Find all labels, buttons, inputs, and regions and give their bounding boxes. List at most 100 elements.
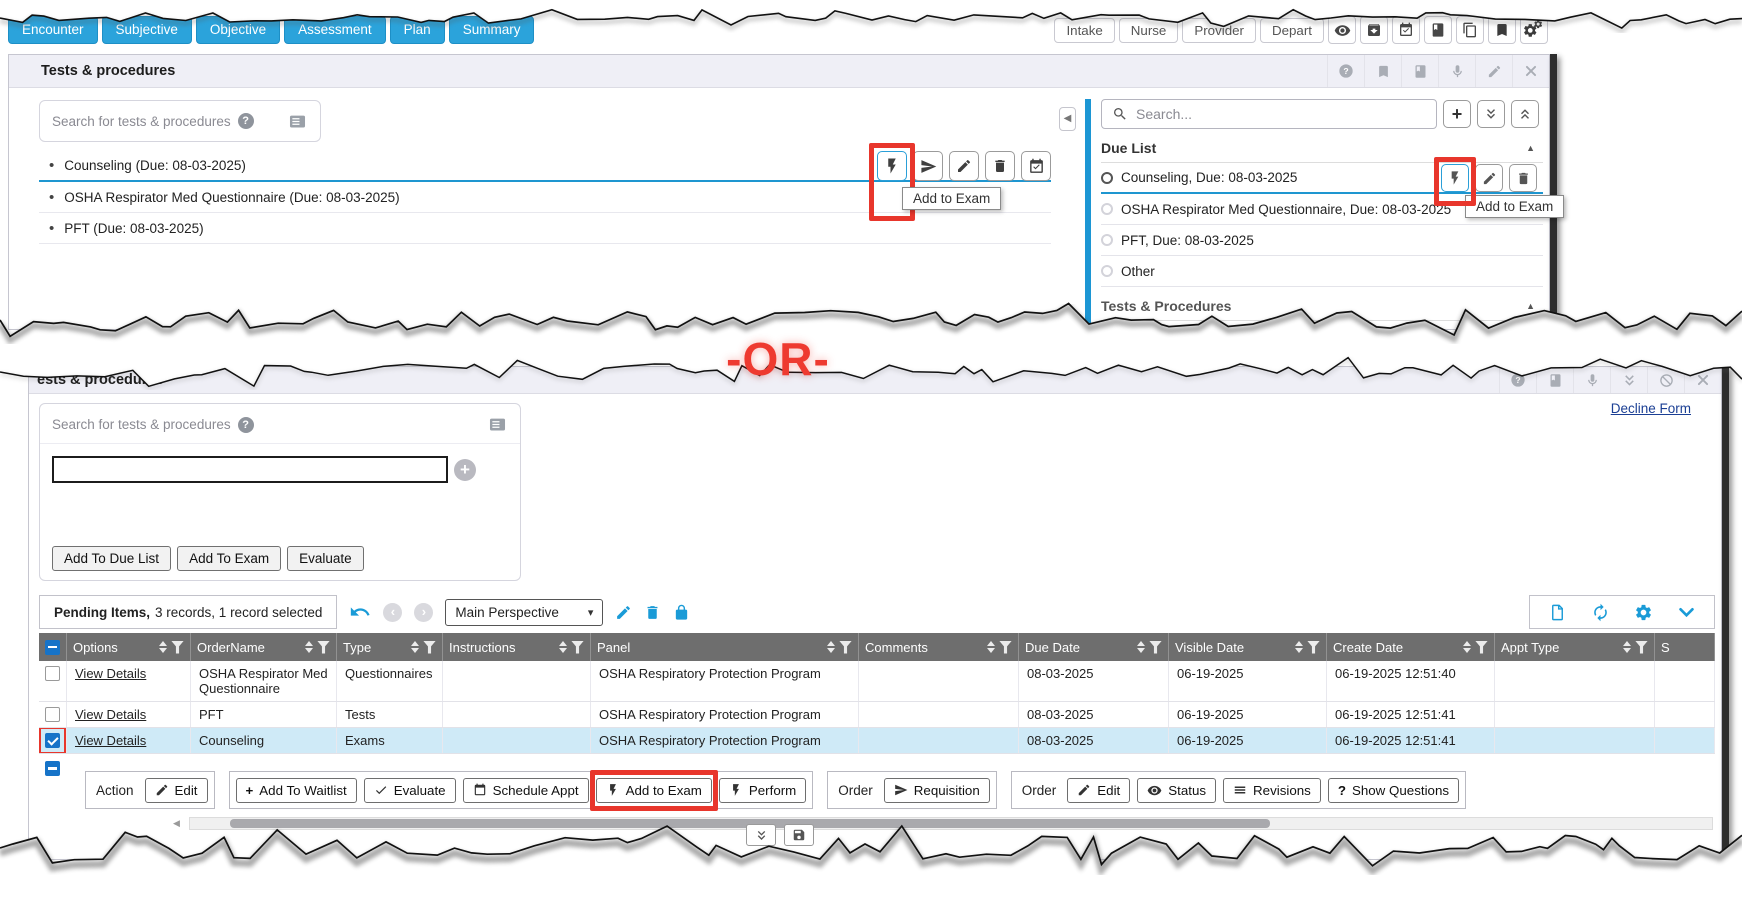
table-row[interactable]: View Details OSHA Respirator Med Questio… bbox=[39, 661, 1715, 702]
delete-perspective-icon[interactable] bbox=[644, 604, 661, 621]
tests-search-field[interactable]: Search for tests & procedures ? bbox=[39, 100, 321, 142]
add-to-exam-lightning-icon[interactable] bbox=[1441, 164, 1469, 192]
filter-icon[interactable] bbox=[423, 641, 436, 654]
add-icon[interactable]: + bbox=[454, 459, 476, 481]
chevron-down-icon[interactable] bbox=[1677, 603, 1696, 622]
collapse-section-icon[interactable]: ▲ bbox=[1526, 301, 1535, 311]
sort-icon[interactable] bbox=[1137, 641, 1145, 653]
help-icon[interactable]: ? bbox=[238, 417, 254, 433]
lock-icon[interactable] bbox=[673, 604, 690, 621]
add-to-exam-button[interactable]: Add to Exam bbox=[596, 778, 712, 803]
tab[interactable]: Subjective bbox=[102, 16, 192, 44]
tab[interactable]: Summary bbox=[449, 16, 535, 44]
evaluate-button[interactable]: Evaluate bbox=[287, 546, 364, 571]
tab[interactable]: Plan bbox=[390, 16, 445, 44]
sort-icon[interactable] bbox=[411, 641, 419, 653]
sort-icon[interactable] bbox=[987, 641, 995, 653]
radio-icon[interactable] bbox=[1101, 172, 1113, 184]
copy-icon[interactable] bbox=[1456, 16, 1484, 44]
help-icon[interactable]: ? bbox=[238, 113, 254, 129]
due-list-item[interactable]: Counseling, Due: 08-03-2025 bbox=[1101, 163, 1543, 194]
scroll-left-icon[interactable]: ◀ bbox=[173, 818, 180, 829]
book-icon[interactable] bbox=[1424, 16, 1452, 44]
filter-icon[interactable] bbox=[571, 641, 584, 654]
table-row[interactable]: View Details PFT Tests OSHA Respiratory … bbox=[39, 702, 1715, 728]
microphone-icon[interactable] bbox=[1573, 367, 1610, 393]
collapse-all-icon[interactable] bbox=[1511, 100, 1539, 128]
row-checkbox[interactable] bbox=[45, 666, 60, 681]
list-item[interactable]: • PFT (Due: 08-03-2025) bbox=[39, 213, 1051, 244]
column-header[interactable]: Create Date bbox=[1327, 633, 1495, 661]
status-button[interactable]: Status bbox=[1137, 778, 1216, 803]
book-icon[interactable] bbox=[1401, 55, 1438, 87]
eye-icon[interactable] bbox=[1328, 16, 1356, 44]
filter-icon[interactable] bbox=[1307, 641, 1320, 654]
add-to-due-list-button[interactable]: Add To Due List bbox=[52, 546, 171, 571]
schedule-appt-button[interactable]: Schedule Appt bbox=[463, 778, 589, 803]
column-header[interactable]: Type bbox=[337, 633, 443, 661]
due-list-item[interactable]: Other bbox=[1101, 256, 1543, 287]
delete-icon[interactable] bbox=[985, 151, 1015, 181]
row-checkbox[interactable] bbox=[45, 733, 60, 748]
phase-button[interactable]: Nurse bbox=[1119, 18, 1179, 43]
view-details-link[interactable]: View Details bbox=[75, 707, 146, 722]
perform-button[interactable]: Perform bbox=[719, 778, 806, 803]
refresh-icon[interactable] bbox=[1591, 603, 1610, 622]
list-icon[interactable] bbox=[287, 112, 308, 131]
chevrons-down-icon[interactable] bbox=[746, 824, 776, 846]
previous-icon[interactable]: ‹ bbox=[383, 603, 402, 622]
filter-icon[interactable] bbox=[1635, 641, 1648, 654]
search-input[interactable] bbox=[52, 456, 448, 483]
filter-icon[interactable] bbox=[1149, 641, 1162, 654]
add-icon[interactable]: + bbox=[1443, 100, 1471, 128]
collapse-section-icon[interactable]: ▲ bbox=[1526, 143, 1535, 153]
column-header[interactable]: S bbox=[1655, 633, 1715, 661]
undo-icon[interactable] bbox=[349, 601, 371, 623]
edit-button[interactable]: Edit bbox=[145, 778, 208, 803]
edit-icon[interactable] bbox=[1475, 164, 1503, 192]
sort-icon[interactable] bbox=[159, 641, 167, 653]
edit-perspective-icon[interactable] bbox=[615, 604, 632, 621]
filter-icon[interactable] bbox=[839, 641, 852, 654]
due-list-item[interactable]: PFT, Due: 08-03-2025 bbox=[1101, 225, 1543, 256]
decline-form-link[interactable]: Decline Form bbox=[1611, 401, 1691, 416]
filter-icon[interactable] bbox=[317, 641, 330, 654]
sort-icon[interactable] bbox=[1463, 641, 1471, 653]
select-all-checkbox[interactable] bbox=[45, 640, 60, 655]
sort-icon[interactable] bbox=[1295, 641, 1303, 653]
save-icon[interactable] bbox=[784, 824, 814, 846]
horizontal-scrollbar[interactable] bbox=[189, 817, 1713, 830]
row-checkbox[interactable] bbox=[45, 707, 60, 722]
show-questions-button[interactable]: ?Show Questions bbox=[1328, 778, 1459, 803]
cancel-icon[interactable] bbox=[1647, 367, 1684, 393]
radio-icon[interactable] bbox=[1101, 234, 1113, 246]
bookmark-icon[interactable] bbox=[1364, 55, 1401, 87]
edit-icon[interactable] bbox=[949, 151, 979, 181]
radio-icon[interactable] bbox=[1101, 203, 1113, 215]
evaluate-button[interactable]: Evaluate bbox=[364, 778, 456, 803]
gear-icon[interactable] bbox=[1634, 603, 1653, 622]
revisions-button[interactable]: Revisions bbox=[1223, 778, 1321, 803]
add-to-waitlist-button[interactable]: +Add To Waitlist bbox=[236, 778, 357, 803]
column-header[interactable]: OrderName bbox=[191, 633, 337, 661]
sort-icon[interactable] bbox=[559, 641, 567, 653]
tab[interactable]: Objective bbox=[196, 16, 280, 44]
requisition-button[interactable]: Requisition bbox=[884, 778, 990, 803]
list-item[interactable]: • OSHA Respirator Med Questionnaire (Due… bbox=[39, 182, 1051, 213]
sort-icon[interactable] bbox=[827, 641, 835, 653]
column-header[interactable]: Due Date bbox=[1019, 633, 1169, 661]
microphone-icon[interactable] bbox=[1438, 55, 1475, 87]
view-details-link[interactable]: View Details bbox=[75, 733, 146, 748]
archive-icon[interactable] bbox=[1360, 16, 1388, 44]
schedule-icon[interactable] bbox=[1021, 151, 1051, 181]
delete-icon[interactable] bbox=[1509, 164, 1537, 192]
column-header[interactable]: Appt Type bbox=[1495, 633, 1655, 661]
column-header[interactable]: Visible Date bbox=[1169, 633, 1327, 661]
filter-icon[interactable] bbox=[999, 641, 1012, 654]
expand-all-icon[interactable] bbox=[1477, 100, 1505, 128]
select-all-checkbox-bottom[interactable] bbox=[45, 761, 60, 776]
sort-icon[interactable] bbox=[1623, 641, 1631, 653]
settings-icon[interactable] bbox=[1520, 16, 1548, 44]
add-to-exam-button[interactable]: Add To Exam bbox=[177, 546, 281, 571]
collapse-panel-icon[interactable]: ◀ bbox=[1059, 107, 1076, 131]
